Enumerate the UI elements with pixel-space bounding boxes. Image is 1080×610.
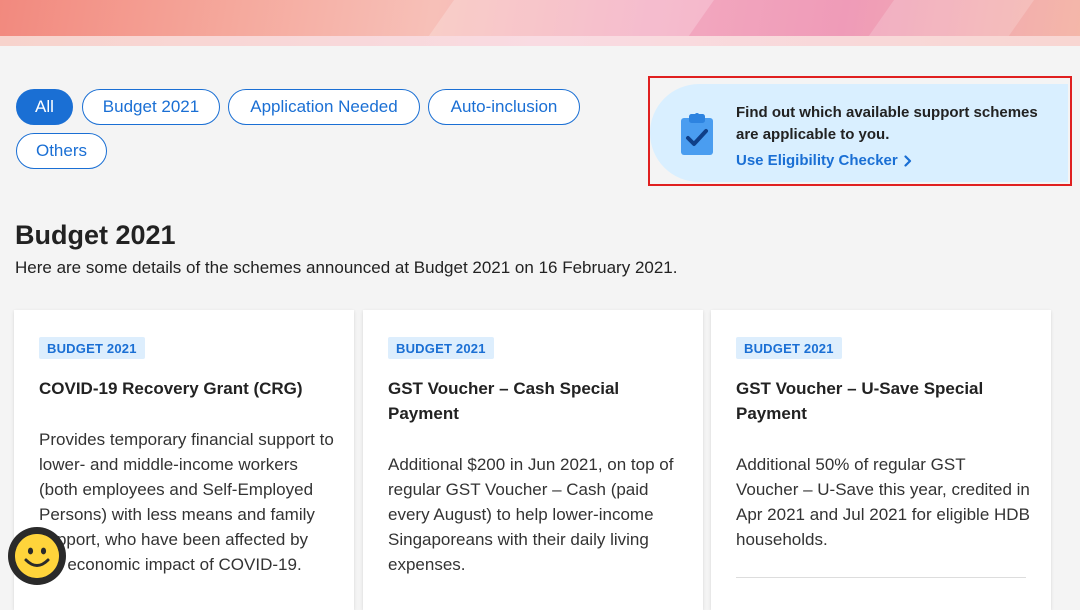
eligibility-checker-text: Find out which available support schemes…	[736, 104, 1038, 143]
use-eligibility-checker-link[interactable]: Use Eligibility Checker	[736, 152, 912, 169]
section-description: Here are some details of the schemes ann…	[15, 258, 678, 277]
filter-chip-all[interactable]: All	[16, 89, 73, 125]
chevron-right-icon	[904, 154, 911, 167]
scheme-badge: BUDGET 2021	[388, 337, 494, 359]
card-divider	[736, 577, 1026, 578]
filter-chip-others[interactable]: Others	[16, 133, 107, 169]
eligibility-checker-callout: Find out which available support schemes…	[648, 76, 1072, 186]
filter-chip-auto-inclusion[interactable]: Auto-inclusion	[428, 89, 580, 125]
section-title: Budget 2021	[15, 220, 176, 250]
scheme-card-gst-cash[interactable]: BUDGET 2021 GST Voucher – Cash Special P…	[363, 310, 703, 610]
scheme-card-gst-usave[interactable]: BUDGET 2021 GST Voucher – U-Save Special…	[711, 310, 1051, 610]
scheme-title[interactable]: COVID-19 Recovery Grant (CRG)	[39, 376, 329, 401]
hero-banner	[0, 0, 1080, 36]
scheme-description: Additional $200 in Jun 2021, on top of r…	[388, 455, 674, 574]
scheme-card-crg[interactable]: BUDGET 2021 COVID-19 Recovery Grant (CRG…	[14, 310, 354, 610]
clipboard-check-icon	[681, 113, 713, 155]
use-eligibility-checker-label: Use Eligibility Checker	[736, 152, 898, 169]
scheme-title[interactable]: GST Voucher – U-Save Special Payment	[736, 376, 1026, 426]
chat-widget-button[interactable]	[8, 527, 66, 585]
filter-chip-budget-2021[interactable]: Budget 2021	[82, 89, 220, 125]
scheme-badge: BUDGET 2021	[736, 337, 842, 359]
banner-strip	[0, 36, 1080, 46]
filter-chip-application-needed[interactable]: Application Needed	[228, 89, 420, 125]
eligibility-checker-panel: Find out which available support schemes…	[650, 84, 1068, 182]
scheme-description: Provides temporary financial support to …	[39, 430, 334, 574]
smiley-face-icon	[15, 534, 59, 578]
scheme-title[interactable]: GST Voucher – Cash Special Payment	[388, 376, 678, 426]
scheme-description: Additional 50% of regular GST Voucher – …	[736, 455, 1030, 549]
scheme-badge: BUDGET 2021	[39, 337, 145, 359]
